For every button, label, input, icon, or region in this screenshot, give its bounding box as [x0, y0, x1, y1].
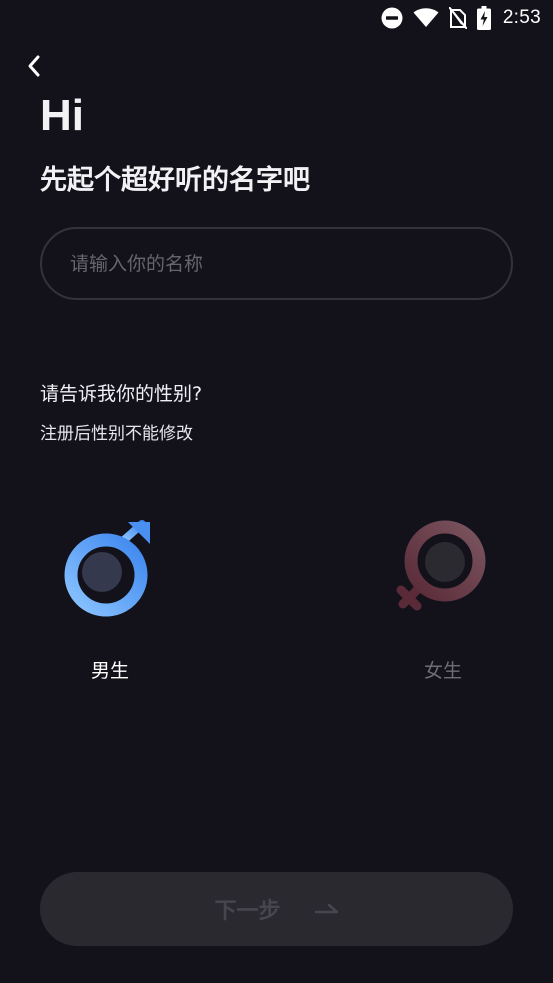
status-bar: 2:53 — [0, 0, 553, 36]
gender-option-male[interactable]: 男生 — [40, 518, 180, 698]
arrow-right-icon — [314, 903, 338, 914]
gender-note: 注册后性别不能修改 — [40, 424, 193, 444]
greeting-title: Hi — [40, 91, 84, 140]
page-subtitle: 先起个超好听的名字吧 — [40, 165, 310, 196]
gender-question: 请告诉我你的性别? — [40, 383, 203, 405]
gender-label-female: 女生 — [423, 660, 462, 682]
status-icons: 2:53 — [381, 6, 541, 30]
next-step-button[interactable]: 下一步 — [40, 872, 513, 946]
name-input[interactable] — [40, 227, 513, 300]
gender-option-female[interactable]: 女生 — [373, 518, 513, 698]
back-button[interactable] — [20, 52, 48, 80]
female-symbol-icon — [396, 520, 486, 611]
chevron-left-icon — [28, 55, 40, 77]
do-not-disturb-icon — [381, 7, 403, 29]
battery-charging-icon — [476, 6, 491, 30]
wifi-icon — [413, 8, 439, 27]
gender-label-male: 男生 — [90, 660, 129, 682]
male-symbol-icon — [64, 520, 150, 617]
status-time: 2:53 — [502, 7, 541, 28]
no-sim-icon — [448, 7, 467, 29]
next-step-label: 下一步 — [214, 899, 281, 924]
